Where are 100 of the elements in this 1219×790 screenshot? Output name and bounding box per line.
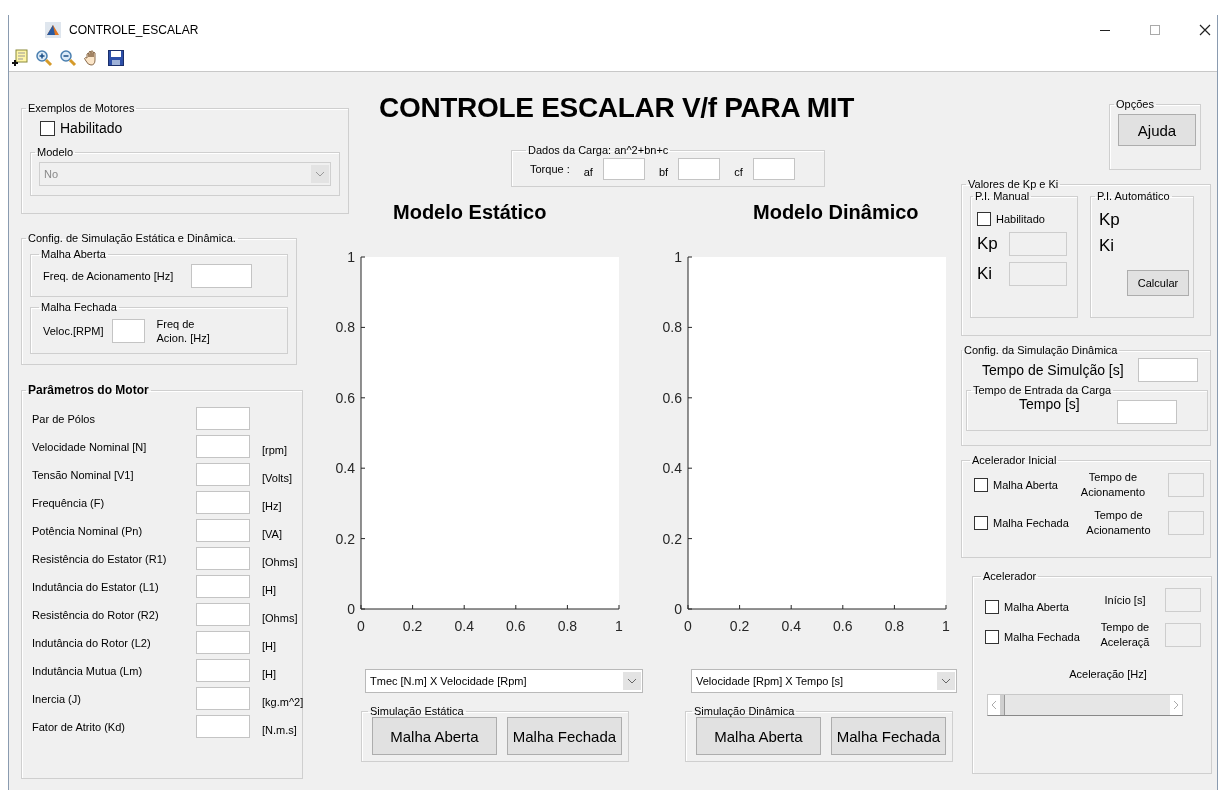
- panel-title: Opções: [1115, 98, 1155, 110]
- button[interactable]: Malha Aberta: [372, 717, 497, 755]
- input-field[interactable]: [196, 715, 250, 738]
- input-field[interactable]: [196, 463, 250, 486]
- input-field[interactable]: [1117, 400, 1177, 424]
- button[interactable]: Malha Aberta: [696, 717, 821, 755]
- tick-label: 0.2: [402, 618, 423, 634]
- panel-title: Valores de Kp e Ki: [967, 178, 1060, 190]
- field-label: Tempo de Aceleraçã: [1099, 620, 1151, 650]
- dropdown[interactable]: Tmec [N.m] X Velocidade [Rpm]: [365, 669, 643, 693]
- chart-title: Modelo Estático: [393, 200, 547, 225]
- panel-title: Dados da Carga: an^2+bn+c: [527, 144, 670, 156]
- tick-label: 1: [347, 249, 355, 265]
- field-label: af: [583, 165, 593, 178]
- field-label: Freq de Acion. [Hz]: [156, 317, 211, 345]
- button[interactable]: Ajuda: [1118, 114, 1196, 146]
- tick-label: 0.6: [662, 389, 682, 406]
- panel-title: Exemplos de Motores: [27, 102, 136, 114]
- panel-title: Tempo de Entrada da Carga: [972, 384, 1113, 396]
- tick-label: 0: [347, 601, 355, 617]
- input-field[interactable]: [196, 631, 250, 654]
- unit-label: [kg.m^2]: [262, 694, 304, 708]
- tick-label: 0.2: [729, 618, 750, 634]
- tick-label: 0.4: [662, 460, 682, 477]
- close-icon[interactable]: [1199, 24, 1211, 36]
- checkbox[interactable]: Habilitado: [977, 212, 1071, 226]
- tick-label: 1: [615, 618, 623, 634]
- field-label: Resistência do Estator (R1): [32, 552, 168, 565]
- field-label: Torque :: [530, 163, 570, 175]
- input-field[interactable]: [602, 158, 645, 180]
- maximize-icon[interactable]: [1149, 24, 1161, 36]
- checkbox[interactable]: Malha Fechada: [985, 630, 1080, 644]
- input-field[interactable]: [196, 547, 250, 570]
- field-label: Tensão Nominal [V1]: [32, 468, 135, 481]
- tick-label: 0.6: [335, 389, 355, 406]
- panel-title: Config. da Simulação Dinâmica: [963, 344, 1119, 356]
- input-field[interactable]: [196, 407, 250, 430]
- input-field[interactable]: [196, 519, 250, 542]
- input-field[interactable]: [196, 603, 250, 626]
- save-icon[interactable]: [107, 49, 125, 67]
- input-field[interactable]: [196, 687, 250, 710]
- field-label: Ki: [1099, 236, 1116, 256]
- field-label: Indutância do Rotor (L2): [32, 636, 152, 649]
- field-label: Veloc.[RPM]: [43, 325, 104, 337]
- checkbox[interactable]: Habilitado: [40, 120, 340, 136]
- caret-icon: [623, 672, 641, 690]
- field-label: bf: [658, 165, 669, 178]
- field-label: Indutância do Estator (L1): [32, 580, 160, 593]
- input-field[interactable]: [111, 319, 145, 343]
- tick-label: 0: [674, 601, 682, 617]
- unit-label: [rpm]: [262, 442, 289, 456]
- unit-label: [H]: [262, 666, 278, 680]
- chart-title: Modelo Dinâmico: [753, 200, 919, 225]
- field-label: Freq. de Acionamento [Hz]: [43, 270, 175, 282]
- panel-title: Acelerador: [982, 570, 1038, 582]
- input-field[interactable]: [1137, 358, 1198, 382]
- data-cursor-icon[interactable]: [11, 49, 29, 67]
- tick-label: 0.8: [335, 319, 355, 336]
- input-field[interactable]: [191, 264, 252, 288]
- input-field[interactable]: [196, 435, 250, 458]
- slider[interactable]: [987, 694, 1183, 716]
- field-label: cf: [734, 165, 743, 178]
- unit-label: [N.m.s]: [262, 722, 298, 736]
- tick-label: 0.2: [335, 530, 355, 547]
- zoom-in-icon[interactable]: [35, 49, 53, 67]
- button[interactable]: Malha Fechada: [506, 717, 622, 755]
- field-label: Par de Pólos: [32, 412, 96, 425]
- tick-label: 0.4: [781, 618, 801, 634]
- unit-label: [Ohms]: [262, 610, 299, 624]
- zoom-out-icon[interactable]: [59, 49, 77, 67]
- checkbox[interactable]: Malha Aberta: [985, 600, 1080, 614]
- field-label: Inercia (J): [32, 692, 82, 705]
- unit-label: [Hz]: [262, 498, 283, 512]
- button[interactable]: Malha Fechada: [830, 717, 946, 755]
- tick-label: 0.4: [335, 460, 355, 477]
- field-label: Fator de Atrito (Kd): [32, 720, 126, 733]
- field-label: Resistência do Rotor (R2): [32, 608, 160, 621]
- unit-label: [H]: [262, 582, 278, 596]
- input-field[interactable]: [196, 491, 250, 514]
- panel-title: Modelo: [36, 146, 75, 158]
- unit-label: [Ohms]: [262, 554, 299, 568]
- slider-thumb[interactable]: [1000, 695, 1005, 715]
- button[interactable]: Calcular: [1127, 270, 1189, 296]
- dropdown[interactable]: Velocidade [Rpm] X Tempo [s]: [691, 669, 957, 693]
- page-heading: CONTROLE ESCALAR V/f PARA MIT: [379, 91, 856, 125]
- caret-icon: [311, 165, 329, 183]
- panel-title: Acelerador Inicial: [971, 454, 1058, 466]
- input-field[interactable]: [752, 158, 795, 180]
- unit-label: [Volts]: [262, 470, 293, 484]
- tick-label: 0: [684, 618, 692, 634]
- field-label: Potência Nominal (Pn): [32, 524, 144, 537]
- field-label: Frequência (F): [32, 496, 106, 509]
- input-field[interactable]: [196, 659, 250, 682]
- input-field[interactable]: [678, 158, 721, 180]
- field-label: Tempo [s]: [1019, 396, 1081, 412]
- input-field[interactable]: [196, 575, 250, 598]
- tick-label: 1: [942, 618, 950, 634]
- tick-label: 0.4: [454, 618, 474, 634]
- window-title: CONTROLE_ESCALAR: [69, 23, 199, 37]
- tick-label: 1: [674, 249, 682, 265]
